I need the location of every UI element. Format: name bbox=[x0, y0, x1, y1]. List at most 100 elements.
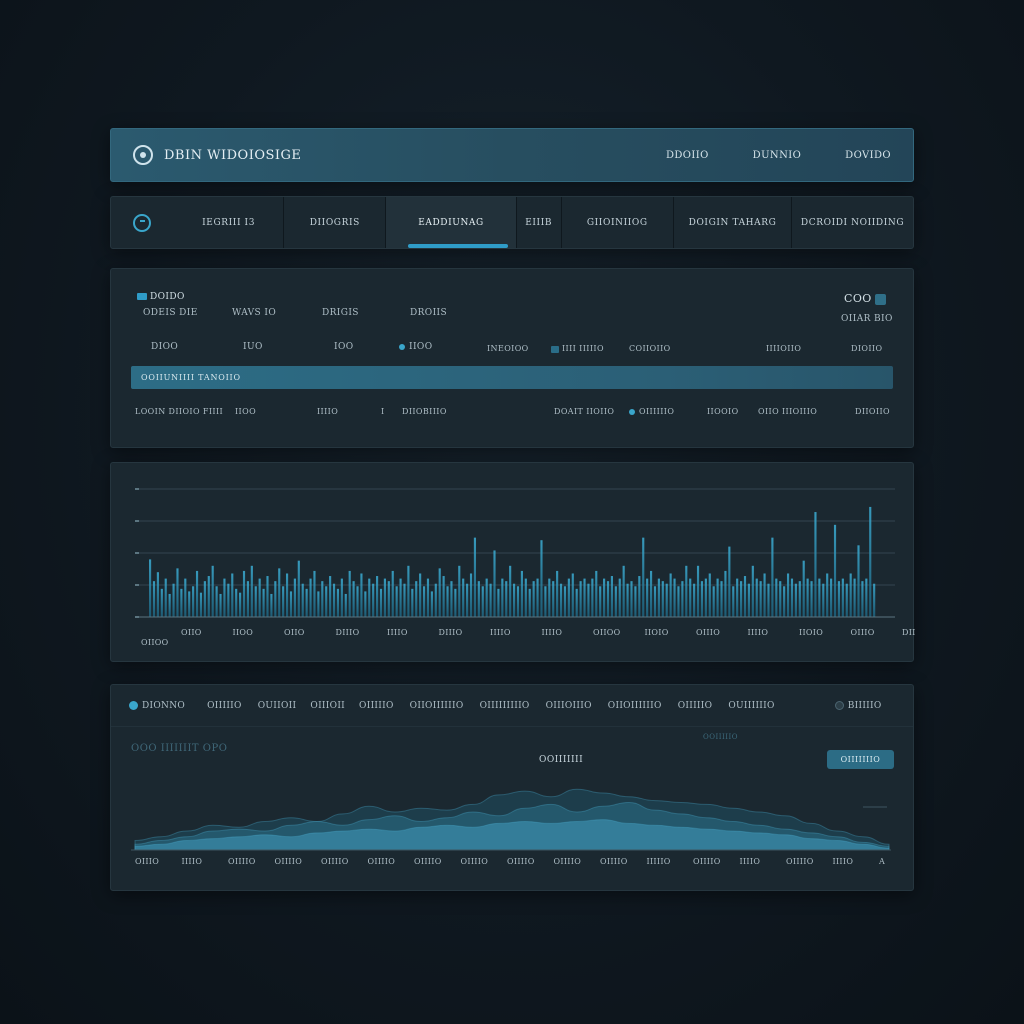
summary-row3-10: DIIOIIO bbox=[855, 407, 890, 416]
tab-3-label: EADDIUNAG bbox=[418, 217, 484, 228]
chip-icon bbox=[137, 293, 147, 300]
summary-row2-8: IIIIOIIO bbox=[766, 344, 802, 353]
bar bbox=[231, 573, 234, 617]
tab-1[interactable]: IEGRIII I3 bbox=[174, 197, 285, 248]
bar bbox=[192, 586, 195, 617]
bar bbox=[771, 537, 774, 617]
tab-3[interactable]: EADDIUNAG bbox=[386, 197, 517, 248]
bar bbox=[180, 588, 183, 617]
bar bbox=[814, 512, 817, 617]
summary-row2-5: INEOIOO bbox=[487, 344, 529, 353]
bar bbox=[689, 578, 692, 617]
tab-6[interactable]: DOIGIN TAHARG bbox=[674, 197, 793, 248]
header-nav: DDOIIO DUNNIO DOVIDO bbox=[666, 150, 891, 161]
bar bbox=[332, 583, 336, 617]
tab-2[interactable]: DIIOGRIS bbox=[284, 197, 387, 248]
bar bbox=[610, 576, 614, 617]
bar bbox=[665, 583, 668, 617]
bar bbox=[325, 586, 328, 617]
x-tick-label: OIIIIO bbox=[321, 857, 349, 866]
summary-row3-9: OIIO IIIOIIIO bbox=[758, 407, 818, 416]
bar bbox=[501, 578, 504, 617]
bar bbox=[740, 581, 743, 617]
bar bbox=[544, 586, 547, 617]
bar bbox=[618, 578, 621, 617]
header-link-3[interactable]: DOVIDO bbox=[845, 150, 891, 161]
bar bbox=[473, 537, 477, 617]
bar bbox=[278, 568, 281, 617]
logo-icon bbox=[133, 145, 153, 165]
y-tick bbox=[135, 584, 139, 586]
progress-label: OOIIUNIIII TANOIIO bbox=[141, 373, 241, 382]
x-tick-label: OIIIIO bbox=[600, 857, 628, 866]
row3-dot-icon bbox=[629, 409, 635, 415]
summary-row2-2: IUO bbox=[243, 342, 263, 352]
summary-row3-7: OIIIIIIO bbox=[629, 407, 674, 416]
bar bbox=[195, 570, 199, 617]
bar bbox=[595, 570, 598, 617]
x-tick-label: A bbox=[878, 857, 885, 866]
summary-row2-1: DIOO bbox=[151, 342, 179, 352]
bar bbox=[376, 576, 379, 617]
bar bbox=[700, 581, 704, 617]
bar bbox=[528, 588, 531, 617]
row2-4-text: IIOO bbox=[409, 342, 433, 352]
bar bbox=[379, 588, 383, 617]
tab-bar: IEGRIII I3 DIIOGRIS EADDIUNAG EIIIB GIIO… bbox=[110, 196, 914, 249]
progress-fill: OOIIUNIIII TANOIIO bbox=[131, 366, 893, 389]
progress-bar: OOIIUNIIII TANOIIO bbox=[131, 366, 893, 389]
bar bbox=[411, 588, 414, 617]
bar bbox=[724, 570, 727, 617]
bar bbox=[614, 586, 617, 617]
row2-chip-icon bbox=[551, 345, 559, 353]
bar bbox=[430, 591, 433, 617]
bar bbox=[677, 586, 680, 617]
bar bbox=[532, 581, 535, 617]
row3-7-text: OIIIIIIO bbox=[639, 407, 675, 416]
tab-5[interactable]: GIIOINIIOG bbox=[562, 197, 674, 248]
bar bbox=[149, 559, 152, 617]
bar bbox=[520, 570, 523, 617]
summary-row3-6: DOAIT IIOIIO bbox=[554, 407, 615, 416]
home-tab[interactable] bbox=[111, 197, 174, 248]
top-right-sub: OIIAR BIO bbox=[841, 314, 893, 324]
bar bbox=[540, 540, 543, 617]
bar bbox=[223, 578, 226, 617]
tab-7[interactable]: DCROIDI NOIIDING bbox=[792, 197, 913, 248]
bar bbox=[246, 581, 250, 617]
summary-row3-5: DIIOBIIIO bbox=[402, 407, 447, 416]
bar bbox=[857, 545, 860, 617]
bar bbox=[708, 573, 711, 617]
x-tick-label: IIIIO bbox=[740, 857, 761, 866]
x-tick-label: OIIIIO bbox=[414, 857, 442, 866]
bar bbox=[861, 581, 864, 617]
bar bbox=[536, 578, 539, 617]
bar bbox=[403, 583, 406, 617]
bar bbox=[360, 573, 363, 617]
info-badge-icon[interactable] bbox=[874, 293, 886, 305]
bar bbox=[548, 578, 551, 617]
bar bbox=[477, 581, 480, 617]
bar bbox=[242, 570, 246, 617]
bar bbox=[661, 581, 664, 617]
bar bbox=[282, 586, 285, 617]
bar bbox=[759, 581, 762, 617]
header-link-1[interactable]: DDOIIO bbox=[666, 150, 709, 161]
tab-4[interactable]: EIIIB bbox=[517, 197, 562, 248]
bar bbox=[395, 586, 398, 617]
x-tick-label: IIIIO bbox=[387, 628, 408, 637]
bar bbox=[802, 560, 805, 617]
header-link-2[interactable]: DUNNIO bbox=[753, 150, 802, 161]
bar bbox=[865, 578, 868, 617]
bar bbox=[219, 593, 222, 617]
bar bbox=[199, 592, 203, 617]
bar bbox=[826, 573, 829, 617]
app-header: DBIN WIDOIOSIGE DDOIIO DUNNIO DOVIDO bbox=[110, 128, 914, 182]
home-icon bbox=[133, 213, 152, 232]
x-tick-label: IIIIO bbox=[833, 857, 854, 866]
bar bbox=[305, 588, 308, 617]
summary-row3-4: I bbox=[381, 407, 385, 416]
bar bbox=[779, 581, 782, 617]
summary-row3-1: LOOIN DIIOIO FIIII bbox=[135, 407, 224, 416]
bar bbox=[603, 578, 606, 617]
